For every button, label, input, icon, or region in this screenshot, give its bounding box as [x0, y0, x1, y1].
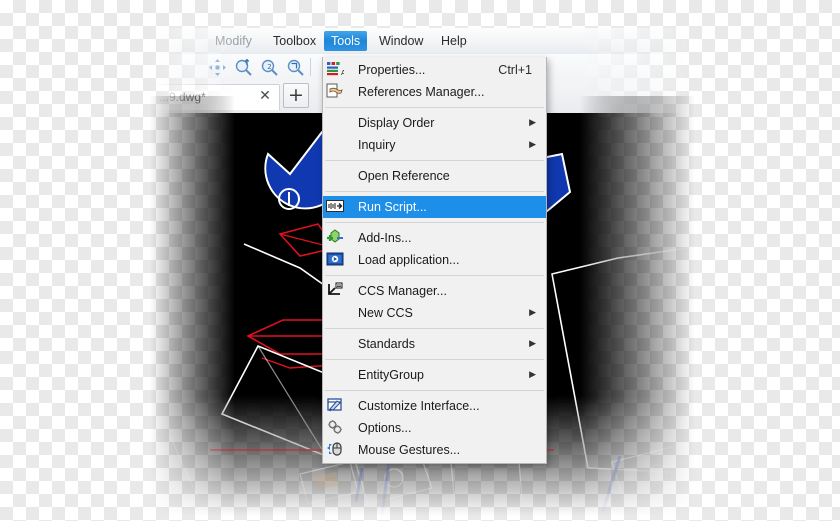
properties-icon: A: [326, 61, 348, 79]
submenu-arrow-icon: ▶: [529, 307, 536, 318]
menu-separator: [325, 275, 544, 276]
mouse-gestures-icon: [326, 441, 348, 459]
menu-item-load-application[interactable]: Load application...: [323, 249, 546, 271]
run-script-icon: [326, 198, 348, 216]
menu-item-label: CCS Manager...: [358, 284, 447, 298]
menu-item-inquiry[interactable]: Inquiry ▶: [323, 134, 546, 156]
customize-interface-icon: [326, 397, 348, 415]
zoom-window-icon[interactable]: [234, 58, 253, 77]
svg-text:2: 2: [267, 63, 271, 71]
pan-icon[interactable]: [208, 58, 227, 77]
menu-item-run-script[interactable]: Run Script...: [323, 196, 546, 218]
menu-item-label: EntityGroup: [358, 368, 425, 382]
menu-modify[interactable]: Modify: [208, 31, 259, 51]
document-tab[interactable]: ...9.dwg* ✕: [150, 84, 280, 110]
menu-item-new-ccs[interactable]: New CCS ▶: [323, 302, 546, 324]
menu-tools[interactable]: Tools: [324, 31, 368, 51]
menu-item-no-icon: [326, 335, 348, 353]
close-icon[interactable]: ✕: [257, 88, 273, 104]
menu-item-accelerator: Ctrl+1: [498, 63, 532, 77]
menu-separator: [325, 160, 544, 161]
toolbar-separator: [310, 58, 311, 76]
zoom-realtime-icon[interactable]: [286, 58, 305, 77]
ccs-manager-icon: [326, 282, 348, 300]
menu-item-label: Standards: [358, 337, 415, 351]
menu-item-no-icon: [326, 114, 348, 132]
menu-item-ccs-manager[interactable]: CCS Manager...: [323, 280, 546, 302]
menu-separator: [325, 359, 544, 360]
menu-item-label: Add-Ins...: [358, 231, 412, 245]
menu-item-no-icon: [326, 304, 348, 322]
menu-separator: [325, 222, 544, 223]
menu-item-label: Inquiry: [358, 138, 396, 152]
tools-dropdown-menu[interactable]: A Properties... Ctrl+1 References Manage…: [322, 57, 547, 464]
zoom-previous-icon[interactable]: 2: [260, 58, 279, 77]
menu-item-add-ins[interactable]: Add-Ins...: [323, 227, 546, 249]
menu-item-properties[interactable]: A Properties... Ctrl+1: [323, 59, 546, 81]
menu-item-label: References Manager...: [358, 85, 485, 99]
submenu-arrow-icon: ▶: [529, 139, 536, 150]
menu-item-options[interactable]: Options...: [323, 417, 546, 439]
submenu-arrow-icon: ▶: [529, 369, 536, 380]
menu-item-mouse-gestures[interactable]: Mouse Gestures...: [323, 439, 546, 461]
options-icon: [326, 419, 348, 437]
add-ins-icon: [326, 229, 348, 247]
screenshot-root: Modify Toolbox Tools Window Help 2 ...9.…: [0, 0, 840, 521]
tab-label: ...9.dwg*: [159, 90, 206, 104]
submenu-arrow-icon: ▶: [529, 338, 536, 349]
menu-bar: Modify Toolbox Tools Window Help: [150, 28, 710, 55]
menu-item-customize-interface[interactable]: Customize Interface...: [323, 395, 546, 417]
menu-item-label: Properties...: [358, 63, 426, 77]
submenu-arrow-icon: ▶: [529, 117, 536, 128]
load-application-icon: [326, 251, 348, 269]
menu-help[interactable]: Help: [434, 31, 474, 51]
svg-text:A: A: [341, 69, 344, 77]
menu-item-label: Load application...: [358, 253, 460, 267]
menu-item-entitygroup[interactable]: EntityGroup ▶: [323, 364, 546, 386]
menu-item-no-icon: [326, 136, 348, 154]
menu-item-label: Customize Interface...: [358, 399, 480, 413]
menu-item-no-icon: [326, 366, 348, 384]
menu-separator: [325, 107, 544, 108]
menu-item-label: Open Reference: [358, 169, 450, 183]
menu-window[interactable]: Window: [372, 31, 430, 51]
menu-item-label: Display Order: [358, 116, 435, 130]
menu-item-label: Options...: [358, 421, 412, 435]
menu-item-standards[interactable]: Standards ▶: [323, 333, 546, 355]
references-manager-icon: [326, 83, 348, 101]
menu-item-no-icon: [326, 167, 348, 185]
menu-item-label: Mouse Gestures...: [358, 443, 461, 457]
menu-separator: [325, 390, 544, 391]
menu-toolbox[interactable]: Toolbox: [266, 31, 323, 51]
new-tab-button[interactable]: +: [283, 83, 309, 108]
menu-item-display-order[interactable]: Display Order ▶: [323, 112, 546, 134]
menu-item-open-reference[interactable]: Open Reference: [323, 165, 546, 187]
menu-separator: [325, 191, 544, 192]
menu-separator: [325, 328, 544, 329]
menu-item-label: Run Script...: [358, 200, 427, 214]
menu-item-references-manager[interactable]: References Manager...: [323, 81, 546, 103]
menu-item-label: New CCS: [358, 306, 413, 320]
